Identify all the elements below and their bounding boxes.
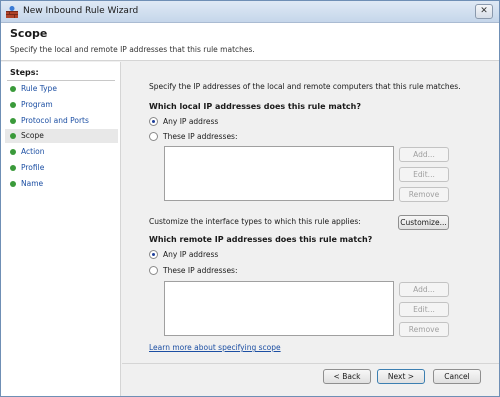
back-button[interactable]: < Back: [323, 369, 371, 384]
next-button[interactable]: Next >: [377, 369, 425, 384]
step-label: Rule Type: [21, 84, 57, 93]
learn-more-link[interactable]: Learn more about specifying scope: [149, 343, 281, 352]
step-bullet-icon: [10, 133, 16, 139]
local-any-ip-radio[interactable]: [149, 117, 158, 126]
local-edit-button[interactable]: Edit...: [399, 167, 449, 182]
firewall-icon: [6, 6, 18, 18]
step-bullet-icon: [10, 102, 16, 108]
local-ip-list[interactable]: [164, 146, 394, 201]
step-rule-type[interactable]: Rule Type: [5, 82, 118, 96]
step-action[interactable]: Action: [5, 145, 118, 159]
remote-remove-button[interactable]: Remove: [399, 322, 449, 337]
remote-any-ip-radio[interactable]: [149, 250, 158, 259]
step-label: Scope: [21, 131, 44, 140]
remote-add-button[interactable]: Add...: [399, 282, 449, 297]
local-these-ip-radio[interactable]: [149, 132, 158, 141]
local-these-ip-label: These IP addresses:: [163, 132, 238, 141]
step-scope[interactable]: Scope: [5, 129, 118, 143]
steps-divider: [7, 80, 115, 81]
remote-any-ip-label: Any IP address: [163, 250, 219, 259]
step-label: Name: [21, 179, 44, 188]
step-bullet-icon: [10, 165, 16, 171]
local-ip-heading: Which local IP addresses does this rule …: [149, 102, 361, 111]
step-bullet-icon: [10, 118, 16, 124]
page-header: Scope Specify the local and remote IP ad…: [1, 23, 499, 61]
remote-these-ip-radio[interactable]: [149, 266, 158, 275]
step-label: Protocol and Ports: [21, 116, 89, 125]
page-subtitle: Specify the local and remote IP addresse…: [10, 45, 255, 54]
steps-panel: Steps: Rule Type Program Protocol and Po…: [1, 62, 121, 396]
step-protocol-and-ports[interactable]: Protocol and Ports: [5, 114, 118, 128]
local-any-ip-label: Any IP address: [163, 117, 219, 126]
remote-edit-button[interactable]: Edit...: [399, 302, 449, 317]
window-title: New Inbound Rule Wizard: [23, 6, 139, 16]
local-remove-button[interactable]: Remove: [399, 187, 449, 202]
intro-text: Specify the IP addresses of the local an…: [149, 82, 461, 91]
remote-these-ip-label: These IP addresses:: [163, 266, 238, 275]
page-title: Scope: [10, 27, 48, 40]
step-name[interactable]: Name: [5, 177, 118, 191]
steps-title: Steps:: [10, 68, 39, 77]
customize-button[interactable]: Customize...: [398, 215, 449, 230]
step-bullet-icon: [10, 86, 16, 92]
close-button[interactable]: ✕: [475, 4, 493, 19]
step-bullet-icon: [10, 181, 16, 187]
wizard-window: New Inbound Rule Wizard ✕ Scope Specify …: [0, 0, 500, 397]
step-program[interactable]: Program: [5, 98, 118, 112]
step-label: Program: [21, 100, 53, 109]
step-label: Profile: [21, 163, 45, 172]
step-label: Action: [21, 147, 45, 156]
scope-content: Specify the IP addresses of the local an…: [122, 62, 499, 362]
step-bullet-icon: [10, 149, 16, 155]
local-add-button[interactable]: Add...: [399, 147, 449, 162]
remote-ip-list[interactable]: [164, 281, 394, 336]
customize-text: Customize the interface types to which t…: [149, 217, 361, 226]
remote-ip-heading: Which remote IP addresses does this rule…: [149, 235, 373, 244]
title-bar: New Inbound Rule Wizard ✕: [1, 1, 499, 23]
step-profile[interactable]: Profile: [5, 161, 118, 175]
footer-divider: [122, 363, 499, 364]
close-icon: ✕: [480, 6, 488, 16]
cancel-button[interactable]: Cancel: [433, 369, 481, 384]
